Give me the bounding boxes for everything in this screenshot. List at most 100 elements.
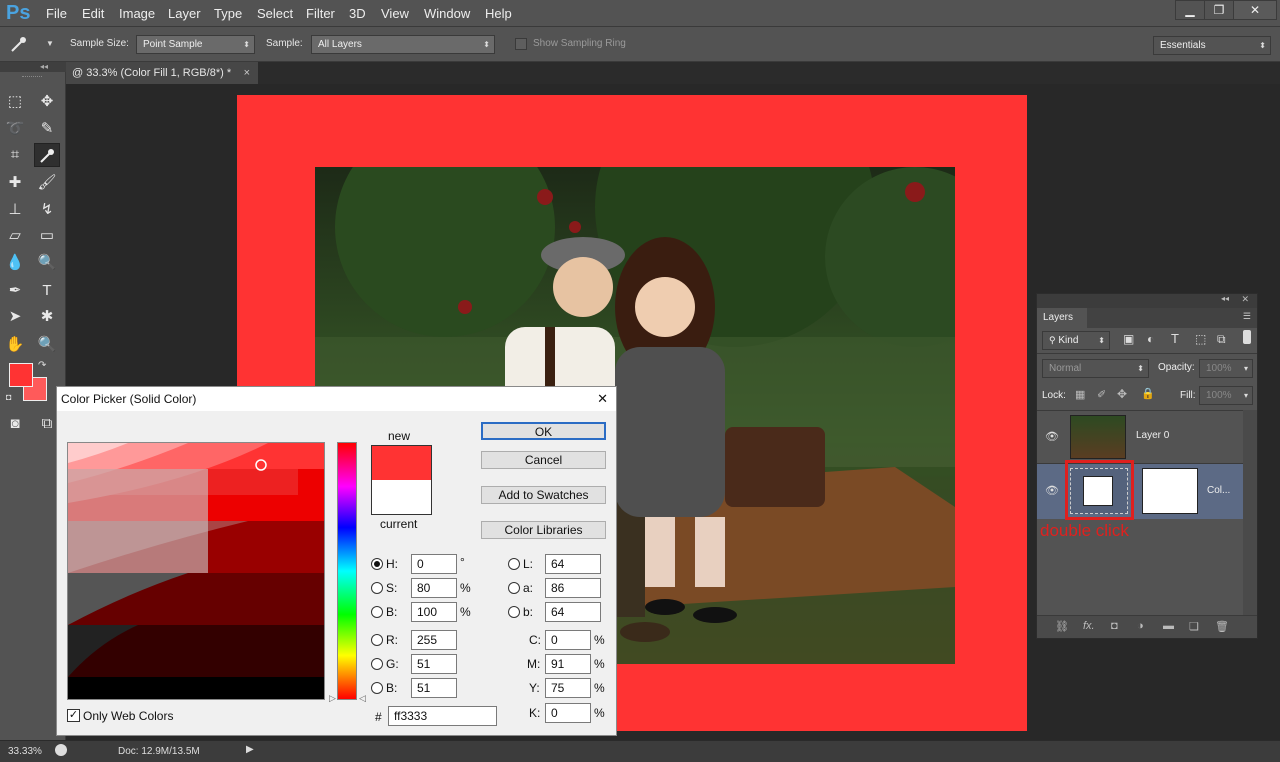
hue-field[interactable]: 0 [411, 554, 457, 574]
pen-tool-icon[interactable]: ✒ [2, 279, 28, 303]
cancel-button[interactable]: Cancel [481, 451, 606, 469]
new-adjustment-icon[interactable]: ◑ [1137, 620, 1144, 632]
menu-window[interactable]: Window [424, 0, 470, 27]
menu-edit[interactable]: Edit [82, 0, 104, 27]
new-group-icon[interactable]: ▬ [1163, 620, 1174, 632]
green-field[interactable]: 51 [411, 654, 457, 674]
black-field[interactable]: 0 [545, 703, 591, 723]
marquee-tool-icon[interactable]: ⬚ [2, 90, 28, 114]
hue-slider[interactable] [337, 442, 357, 700]
status-menu-arrow-icon[interactable]: ▶ [246, 744, 254, 755]
menu-select[interactable]: Select [257, 0, 293, 27]
lock-all-icon[interactable]: 🔒 [1141, 387, 1155, 400]
brightness-field[interactable]: 100 [411, 602, 457, 622]
dialog-title-bar[interactable]: Color Picker (Solid Color) ✕ [57, 387, 616, 411]
saturation-field[interactable]: 80 [411, 578, 457, 598]
color-field[interactable] [67, 442, 325, 700]
lock-pixels-icon[interactable]: ✐ [1097, 388, 1106, 401]
move-tool-icon[interactable]: ✥ [34, 90, 60, 114]
zoom-level[interactable]: 33.33% [8, 746, 42, 757]
cyan-field[interactable]: 0 [545, 630, 591, 650]
crop-tool-icon[interactable]: ⌗ [2, 143, 28, 167]
toolbar-grip[interactable] [22, 76, 42, 78]
current-color-swatch[interactable] [371, 480, 432, 515]
close-tab-icon[interactable]: × [244, 62, 250, 84]
only-web-colors-checkbox[interactable]: ✓ [67, 709, 80, 722]
brush-tool-icon[interactable]: 🖌 [34, 171, 60, 195]
panel-menu-icon[interactable]: ☰ [1243, 311, 1251, 322]
hue-slider-right-arrow-icon[interactable]: ◁ [359, 693, 366, 704]
default-colors-icon[interactable]: ◘ [6, 392, 11, 402]
blend-mode-dropdown[interactable]: Normal ⬍ [1042, 359, 1149, 378]
saturation-radio[interactable] [371, 582, 383, 594]
hue-radio[interactable] [371, 558, 383, 570]
hand-tool-icon[interactable]: ✋ [2, 333, 28, 357]
l-radio[interactable] [508, 558, 520, 570]
menu-3d[interactable]: 3D [349, 0, 366, 27]
red-radio[interactable] [371, 634, 383, 646]
filter-shape-icon[interactable]: ⬚ [1195, 332, 1206, 346]
close-window-button[interactable]: ✕ [1233, 0, 1277, 20]
filter-smart-object-icon[interactable]: ⧉ [1217, 332, 1226, 347]
sampling-ring-checkbox[interactable] [515, 38, 527, 50]
path-selection-tool-icon[interactable]: ➤ [2, 305, 28, 329]
history-brush-tool-icon[interactable]: ↯ [34, 198, 60, 222]
lasso-tool-icon[interactable]: ➰ [2, 117, 28, 141]
a-field[interactable]: 86 [545, 578, 601, 598]
zoom-tool-icon[interactable]: 🔍 [34, 333, 60, 357]
menu-image[interactable]: Image [119, 0, 155, 27]
blue-field[interactable]: 51 [411, 678, 457, 698]
sample-size-dropdown[interactable]: Point Sample ⬍ [136, 35, 255, 54]
blue-radio[interactable] [371, 682, 383, 694]
clone-stamp-tool-icon[interactable]: ⊥ [2, 198, 28, 222]
add-to-swatches-button[interactable]: Add to Swatches [481, 486, 606, 504]
document-tab[interactable]: @ 33.3% (Color Fill 1, RGB/8*) * × [66, 62, 258, 84]
layer-row-layer-0[interactable]: 👁 Layer 0 [1037, 411, 1243, 464]
layers-scrollbar[interactable] [1243, 410, 1257, 615]
fill-field[interactable]: 100% ▾ [1199, 386, 1253, 405]
dodge-tool-icon[interactable]: 🔍 [34, 251, 60, 275]
a-radio[interactable] [508, 582, 520, 594]
layers-tab[interactable]: Layers [1037, 308, 1087, 328]
color-libraries-button[interactable]: Color Libraries [481, 521, 606, 539]
delete-layer-icon[interactable]: 🗑 [1215, 620, 1229, 633]
quick-mask-icon[interactable]: ◙ [2, 412, 28, 436]
yellow-field[interactable]: 75 [545, 678, 591, 698]
eraser-tool-icon[interactable]: ▱ [2, 224, 28, 248]
sample-dropdown[interactable]: All Layers ⬍ [311, 35, 495, 54]
minimize-button[interactable]: ▁ [1175, 0, 1205, 20]
lock-transparent-icon[interactable]: ▦ [1075, 388, 1085, 401]
eyedropper-tool-icon[interactable] [34, 143, 60, 167]
type-tool-icon[interactable]: T [34, 279, 60, 303]
ok-button[interactable]: OK [481, 422, 606, 440]
custom-shape-tool-icon[interactable]: ✱ [34, 305, 60, 329]
green-radio[interactable] [371, 658, 383, 670]
healing-brush-tool-icon[interactable]: ✚ [2, 171, 28, 195]
status-info-icon[interactable] [55, 744, 67, 756]
panel-close-icon[interactable]: ✕ [1241, 294, 1249, 305]
blur-tool-icon[interactable]: 💧 [2, 251, 28, 275]
hex-field[interactable]: ff3333 [388, 706, 497, 726]
filter-kind-dropdown[interactable]: ⚲ Kind ⬍ [1042, 331, 1110, 350]
brightness-radio[interactable] [371, 606, 383, 618]
filter-pixel-icon[interactable]: ▣ [1123, 332, 1134, 346]
layer-row-color-fill[interactable]: 👁 Col... [1037, 460, 1243, 520]
layer-mask-thumbnail[interactable] [1142, 468, 1198, 514]
gradient-tool-icon[interactable]: ▭ [34, 224, 60, 248]
visibility-eye-icon[interactable]: 👁 [1045, 484, 1059, 497]
link-layers-icon[interactable]: ⛓ [1055, 620, 1069, 633]
visibility-eye-icon[interactable]: 👁 [1045, 430, 1059, 443]
tool-preset-chevron-icon[interactable]: ▼ [46, 39, 54, 48]
color-fill-thumbnail[interactable] [1070, 468, 1128, 514]
restore-button[interactable]: ❐ [1204, 0, 1234, 20]
toolbar-collapse-icon[interactable]: ◂◂ [0, 62, 66, 72]
workspace-dropdown[interactable]: Essentials ⬍ [1153, 36, 1271, 55]
foreground-color-swatch[interactable] [9, 363, 33, 387]
swap-colors-icon[interactable]: ↷ [38, 360, 46, 371]
magenta-field[interactable]: 91 [545, 654, 591, 674]
menu-file[interactable]: File [46, 0, 67, 27]
new-layer-icon[interactable]: ❏ [1189, 620, 1199, 633]
opacity-field[interactable]: 100% ▾ [1199, 359, 1253, 378]
red-field[interactable]: 255 [411, 630, 457, 650]
filter-type-icon[interactable]: T [1171, 331, 1179, 346]
